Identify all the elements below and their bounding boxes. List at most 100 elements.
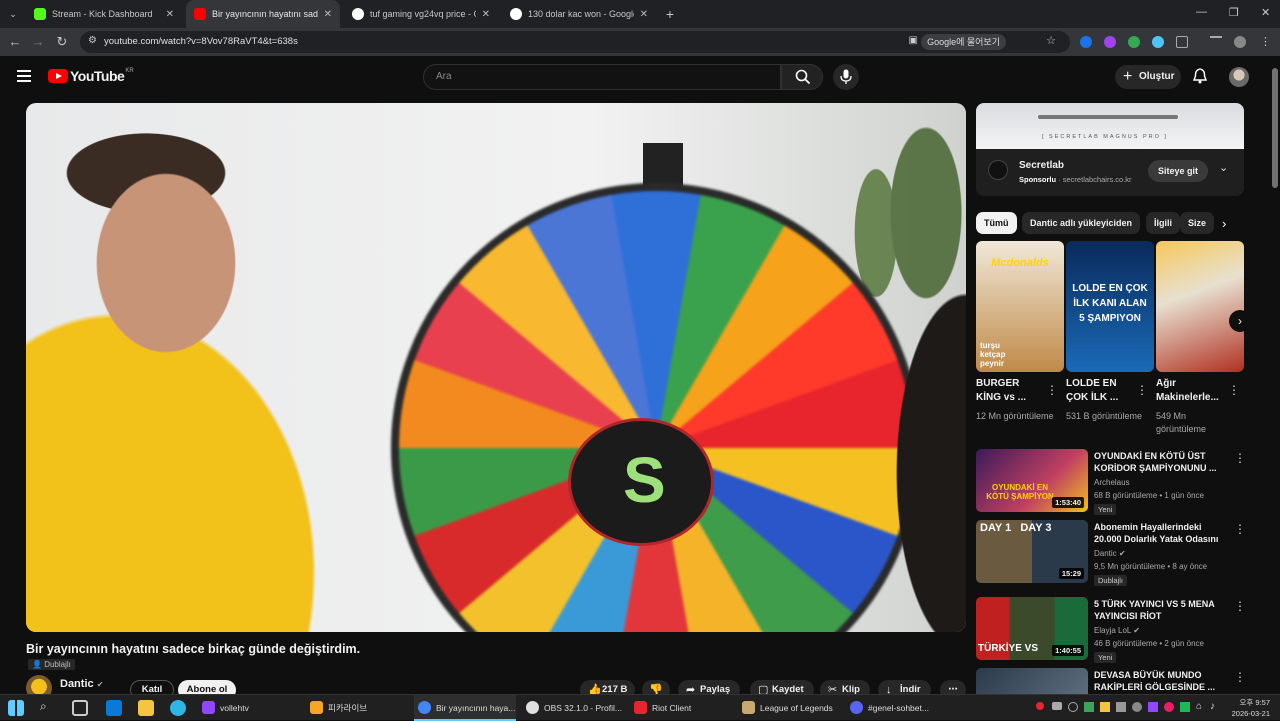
profile-icon[interactable] [1234, 36, 1246, 48]
notifications-bell-icon[interactable] [1192, 68, 1208, 84]
short-title[interactable]: BURGER KİNG vs ... [976, 377, 1036, 405]
video-thumbnail[interactable]: OYUNDAKİ EN KÖTÜ ŞAMPİYON 1:53:40 [976, 449, 1088, 512]
chip-related[interactable]: İlgili [1146, 212, 1180, 234]
riot-icon [634, 701, 647, 714]
create-button[interactable]: + Oluştur [1115, 65, 1181, 89]
page-scrollbar[interactable] [1270, 56, 1280, 694]
tray-icon[interactable] [1068, 702, 1078, 712]
tab-search-button[interactable]: ⌄ [4, 0, 22, 28]
search-icon[interactable]: ⌕ [40, 699, 47, 714]
short-title[interactable]: LOLDE EN ÇOK İLK ... [1066, 377, 1126, 405]
more-vertical-icon[interactable]: ⋮ [1234, 522, 1246, 536]
tray-icon[interactable] [1132, 702, 1142, 712]
more-vertical-icon[interactable]: ⋮ [1234, 670, 1244, 684]
cast-icon[interactable]: ▣ [909, 35, 918, 46]
short-thumbnail[interactable]: LOLDE EN ÇOK İLK KANI ALAN 5 ŞAMPIYON [1066, 241, 1154, 372]
tray-icon[interactable] [1036, 702, 1044, 710]
tray-icon[interactable] [1100, 702, 1110, 712]
chip-from-uploader[interactable]: Dantic adlı yükleyiciden [1022, 212, 1141, 234]
minimize-button[interactable]: — [1196, 6, 1207, 18]
chip-all[interactable]: Tümü [976, 212, 1017, 234]
close-icon[interactable]: ✕ [166, 9, 174, 20]
back-button[interactable]: ← [7, 34, 23, 50]
recommended-video[interactable]: OYUNDAKİ EN KÖTÜ ŞAMPİYON 1:53:40 OYUNDA… [976, 449, 1246, 515]
tab-youtube-video[interactable]: Bir yayıncının hayatını sadece birkaç...… [186, 0, 340, 28]
site-info-icon[interactable]: ⚙ [88, 35, 97, 46]
more-vertical-icon[interactable]: ⋮ [1234, 599, 1246, 613]
taskbar-app-league[interactable]: League of Legends [738, 695, 840, 721]
chevron-down-icon[interactable]: ⌄ [1219, 161, 1228, 174]
tab-google-search-currency[interactable]: 130 dolar kac won - Google'da Ara ✕ [502, 0, 656, 28]
tray-icon[interactable] [1052, 702, 1062, 710]
new-tab-button[interactable]: + [660, 0, 680, 28]
extension-icon[interactable] [1104, 36, 1116, 48]
chip-for-you[interactable]: Size [1180, 212, 1215, 234]
reload-button[interactable]: ↻ [54, 34, 70, 50]
close-icon[interactable]: ✕ [482, 9, 490, 20]
taskbar-app-pikalive[interactable]: 피카라이브 [306, 695, 408, 721]
recommended-video[interactable]: TÜRKİYE VS 1:40:55 5 TÜRK YAYINCI VS 5 M… [976, 597, 1246, 663]
hamburger-menu-icon[interactable] [17, 70, 31, 82]
visit-site-button[interactable]: Siteye git [1148, 160, 1208, 182]
more-vertical-icon[interactable]: ⋮ [1234, 451, 1246, 465]
restore-button[interactable]: ❐ [1229, 6, 1239, 19]
sponsored-ad-card[interactable]: [ SECRETLAB MAGNUS PRO ] Secretlab Spons… [976, 103, 1244, 196]
browser-menu-icon[interactable]: ⋮ [1260, 35, 1271, 48]
tray-icon[interactable] [1180, 702, 1190, 712]
short-title[interactable]: Ağır Makinelerle... [1156, 377, 1219, 405]
bookmark-star-icon[interactable]: ☆ [1046, 34, 1056, 47]
edge-browser-icon[interactable] [170, 700, 186, 716]
tray-icon[interactable] [1084, 702, 1094, 712]
store-icon[interactable] [106, 700, 122, 716]
voice-search-button[interactable] [833, 64, 859, 90]
taskbar-app-obs[interactable]: OBS 32.1.0 - Profil... [522, 695, 624, 721]
extension-icon[interactable] [1080, 36, 1092, 48]
tray-icon[interactable] [1148, 702, 1158, 712]
recommended-video[interactable]: DEVASA BÜYÜK MUNDO RAKİPLERİ GÖLGESİNDE … [976, 668, 1244, 694]
scrollbar-thumb[interactable] [1272, 68, 1278, 188]
file-explorer-icon[interactable] [138, 700, 154, 716]
channel-name[interactable]: Dantic ✔ [60, 678, 103, 690]
tray-icon[interactable] [1164, 702, 1174, 712]
extensions-puzzle-icon[interactable] [1176, 36, 1188, 48]
task-view-icon[interactable] [72, 700, 88, 716]
chevron-right-icon[interactable]: › [1222, 216, 1226, 231]
video-thumbnail[interactable]: TÜRKİYE VS 1:40:55 [976, 597, 1088, 660]
tab-google-search-price[interactable]: tuf gaming vg24vq price - Google... ✕ [344, 0, 498, 28]
video-meta: 68 B görüntüleme • 1 gün önce [1094, 491, 1204, 500]
video-player[interactable] [26, 103, 966, 632]
close-icon[interactable]: ✕ [324, 9, 332, 20]
url-text: youtube.com/watch?v=8Vov78RaVT4&t=638s [104, 36, 298, 47]
system-clock[interactable]: 오후 9:57 2026-03-21 [1226, 697, 1270, 719]
account-avatar[interactable] [1229, 67, 1249, 87]
tray-icon[interactable] [1116, 702, 1126, 712]
more-vertical-icon[interactable]: ⋮ [1046, 383, 1058, 397]
network-icon[interactable]: ⌂ [1196, 701, 1202, 712]
youtube-logo[interactable]: YouTube KR [48, 68, 134, 84]
taskbar-app-vollehtv[interactable]: vollehtv [198, 695, 300, 721]
more-vertical-icon[interactable]: ⋮ [1228, 383, 1240, 397]
recommended-video[interactable]: DAY 1 DAY 3 15:29 Abonemin Hayallerindek… [976, 520, 1246, 586]
short-thumbnail[interactable] [1156, 241, 1244, 372]
taskbar-app-discord[interactable]: #genel-sohbet... [846, 695, 948, 721]
more-vertical-icon[interactable]: ⋮ [1136, 383, 1148, 397]
tab-kick-dashboard[interactable]: Stream - Kick Dashboard ✕ [26, 0, 182, 28]
extension-icon[interactable] [1128, 36, 1140, 48]
video-thumbnail[interactable] [976, 668, 1088, 694]
ask-google-button[interactable]: Google에 물어보기 [921, 34, 1006, 50]
search-button[interactable] [781, 64, 823, 90]
windows-start-icon[interactable] [8, 700, 24, 716]
short-thumbnail[interactable]: Mcdonalds turşu ketçap peynir [976, 241, 1064, 372]
extension-icon[interactable] [1152, 36, 1164, 48]
shorts-next-button[interactable]: › [1229, 310, 1251, 332]
video-thumbnail[interactable]: DAY 1 DAY 3 15:29 [976, 520, 1088, 583]
address-bar[interactable]: ⚙ youtube.com/watch?v=8Vov78RaVT4&t=638s… [80, 31, 1070, 53]
forward-button[interactable]: → [30, 34, 46, 50]
reading-list-icon[interactable] [1210, 36, 1222, 48]
window-close-button[interactable]: ✕ [1261, 6, 1270, 19]
taskbar-app-riot-client[interactable]: Riot Client [630, 695, 732, 721]
taskbar-app-chrome[interactable]: Bir yayıncının haya... [414, 695, 516, 721]
volume-icon[interactable]: ♪ [1210, 701, 1215, 712]
search-input[interactable] [436, 71, 766, 82]
close-icon[interactable]: ✕ [640, 9, 648, 20]
